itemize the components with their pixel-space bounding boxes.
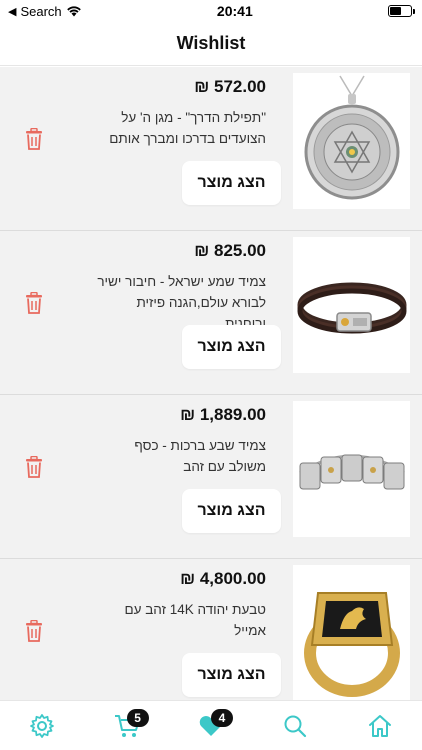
status-bar: ◀ Search 20:41	[0, 0, 422, 22]
wifi-icon	[66, 6, 81, 17]
item-price: ₪ 1,889.00	[180, 405, 266, 424]
back-arrow-icon[interactable]: ◀	[8, 5, 16, 18]
product-image-leather-bracelet[interactable]	[293, 237, 410, 373]
bracelet-illustration	[297, 282, 406, 334]
pendant-illustration	[304, 75, 399, 200]
status-right	[387, 5, 415, 17]
status-left: ◀ Search	[8, 4, 82, 19]
cart-count-badge: 5	[126, 708, 149, 727]
tab-settings[interactable]	[22, 706, 62, 746]
page-title: Wishlist	[176, 33, 246, 53]
view-product-button[interactable]: הצג מוצר	[182, 489, 281, 533]
trash-icon[interactable]	[24, 619, 44, 643]
home-icon	[368, 714, 391, 737]
tab-home[interactable]	[360, 706, 400, 746]
tab-cart[interactable]: 5	[107, 706, 149, 746]
item-price: ₪ 825.00	[194, 241, 266, 260]
view-product-button[interactable]: הצג מוצר	[182, 653, 281, 697]
battery-icon	[387, 5, 415, 17]
product-image-gold-ring[interactable]	[293, 565, 410, 700]
bottom-tab-bar: 5 4	[0, 700, 422, 750]
item-title: צמיד שבע ברכות - כסף משולב עם זהב	[134, 438, 266, 474]
view-product-button[interactable]: הצג מוצר	[182, 161, 281, 205]
list-item: ₪ 1,889.00 צמיד שבע ברכות - כסף משולב עם…	[0, 395, 422, 559]
carrier-label: Search	[20, 3, 62, 19]
search-icon	[284, 715, 307, 737]
gear-icon	[30, 713, 55, 738]
ring-illustration	[303, 592, 400, 697]
wishlist-list[interactable]: ₪ 572.00 "תפילת הדרך" - מגן ה' על הצועדי…	[0, 67, 422, 700]
item-title: "תפילת הדרך" - מגן ה' על הצועדים בדרכו ו…	[109, 110, 266, 146]
wishlist-count-badge: 4	[210, 708, 233, 727]
item-price: ₪ 572.00	[194, 77, 266, 96]
view-product-button[interactable]: הצג מוצר	[182, 325, 281, 369]
list-item: ₪ 4,800.00 טבעת יהודה 14K זהב עם אמייל ה…	[0, 559, 422, 700]
tab-search[interactable]	[275, 706, 315, 746]
trash-icon[interactable]	[24, 291, 44, 315]
tab-wishlist[interactable]: 4	[191, 706, 233, 746]
product-image-silver-pendant[interactable]	[293, 73, 410, 209]
item-price: ₪ 4,800.00	[180, 569, 266, 588]
list-item: ₪ 825.00 צמיד שמע ישראל - חיבור ישיר לבו…	[0, 231, 422, 395]
status-time: 20:41	[216, 3, 253, 19]
bracelet-illustration	[298, 454, 405, 490]
item-title: טבעת יהודה 14K זהב עם אמייל	[124, 602, 266, 638]
product-image-silver-bracelet[interactable]	[293, 401, 410, 537]
header: Wishlist	[0, 22, 422, 66]
trash-icon[interactable]	[24, 455, 44, 479]
trash-icon[interactable]	[24, 127, 44, 151]
list-item: ₪ 572.00 "תפילת הדרך" - מגן ה' על הצועדי…	[0, 67, 422, 231]
